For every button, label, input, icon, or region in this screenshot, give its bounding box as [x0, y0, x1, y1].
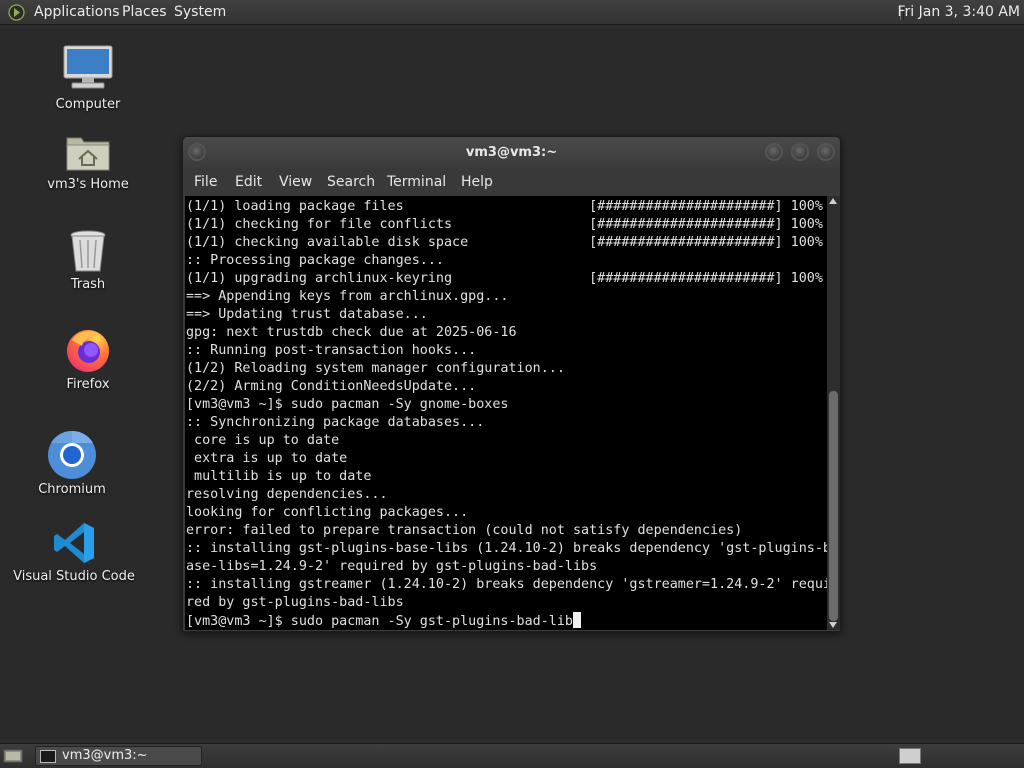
terminal-line: extra is up to date	[186, 451, 348, 466]
terminal-line: looking for conflicting packages...	[186, 505, 469, 520]
taskbar-item-terminal[interactable]: vm3@vm3:~	[35, 746, 202, 766]
desktop-icon-chromium[interactable]: Chromium	[2, 430, 142, 500]
terminal-line: :: Synchronizing package databases...	[186, 415, 485, 430]
terminal-line: (1/2) Reloading system manager configura…	[186, 361, 565, 376]
chromium-icon	[48, 430, 96, 479]
terminal-line: gpg: next trustdb check due at 2025-06-1…	[186, 325, 517, 340]
workspace-switcher[interactable]	[899, 748, 921, 764]
menu-system[interactable]: System	[174, 0, 226, 25]
terminal-line: ==> Appending keys from archlinux.gpg...	[186, 289, 509, 304]
terminal-line: :: Processing package changes...	[186, 253, 444, 268]
clock[interactable]: Fri Jan 3, 3:40 AM	[897, 0, 1020, 25]
scroll-up-arrow-icon[interactable]	[829, 198, 837, 204]
terminal-line: ase-libs=1.24.9-2' required by gst-plugi…	[186, 559, 598, 574]
menu-view[interactable]: View	[279, 168, 312, 196]
terminal-output[interactable]: (1/1) loading package files [###########…	[185, 196, 827, 630]
terminal-line: [vm3@vm3 ~]$ sudo pacman -Sy gnome-boxes	[186, 397, 509, 412]
desktop-icon-firefox[interactable]: Firefox	[18, 326, 158, 396]
terminal-prompt-line[interactable]: [vm3@vm3 ~]$ sudo pacman -Sy gst-plugins…	[186, 612, 581, 630]
desktop-icon-label: Trash	[70, 277, 106, 292]
terminal-scrollbar[interactable]	[827, 196, 840, 630]
menu-file[interactable]: File	[194, 168, 217, 196]
terminal-line: (1/1) loading package files [###########…	[186, 199, 823, 214]
terminal-line: multilib is up to date	[186, 469, 372, 484]
applications-logo-icon[interactable]	[8, 4, 25, 21]
terminal-line: :: installing gstreamer (1.24.10-2) brea…	[186, 577, 827, 592]
terminal-menubar: File Edit View Search Terminal Help	[183, 168, 840, 196]
scroll-down-arrow-icon[interactable]	[829, 622, 837, 628]
terminal-line: :: installing gst-plugins-base-libs (1.2…	[186, 541, 827, 556]
taskbar-item-label: vm3@vm3:~	[62, 748, 148, 763]
terminal-line: ==> Updating trust database...	[186, 307, 428, 322]
terminal-line: (1/1) checking for file conflicts [#####…	[186, 217, 823, 232]
desktop-icon-vscode[interactable]: Visual Studio Code	[4, 520, 144, 588]
desktop-icon-label: Computer	[55, 97, 121, 112]
trash-icon	[70, 230, 106, 272]
terminal-line: (2/2) Arming ConditionNeedsUpdate...	[186, 379, 477, 394]
home-folder-icon	[66, 137, 110, 171]
terminal-icon	[40, 750, 56, 763]
menu-help[interactable]: Help	[461, 168, 493, 196]
window-titlebar[interactable]: vm3@vm3:~	[183, 137, 840, 168]
terminal-line: error: failed to prepare transaction (co…	[186, 523, 743, 538]
desktop-icon-computer[interactable]: Computer	[18, 44, 158, 119]
vscode-icon	[54, 523, 94, 563]
menu-search[interactable]: Search	[327, 168, 375, 196]
desktop-icon-label: Visual Studio Code	[13, 569, 135, 584]
desktop-icon-label: vm3's Home	[47, 177, 129, 192]
desktop-icon-trash[interactable]: Trash	[18, 228, 158, 296]
terminal-line: :: Running post-transaction hooks...	[186, 343, 477, 358]
terminal-line: (1/1) checking available disk space [###…	[186, 235, 823, 250]
window-title: vm3@vm3:~	[465, 145, 558, 160]
terminal-line: resolving dependencies...	[186, 487, 388, 502]
top-panel: Applications Places System Fri Jan 3, 3:…	[0, 0, 1024, 25]
minimize-button[interactable]	[765, 143, 783, 161]
terminal-window[interactable]: vm3@vm3:~ File Edit View Search Terminal…	[182, 136, 841, 632]
prompt-text: [vm3@vm3 ~]$ sudo pacman -Sy gst-plugins…	[186, 614, 573, 629]
maximize-button[interactable]	[791, 143, 809, 161]
show-desktop-icon[interactable]	[3, 748, 23, 764]
bottom-panel: vm3@vm3:~	[0, 743, 1024, 768]
desktop-icon-label: Firefox	[66, 377, 110, 392]
desktop-icon-home[interactable]: vm3's Home	[18, 128, 158, 198]
close-button[interactable]	[817, 143, 835, 161]
scrollbar-thumb[interactable]	[829, 391, 838, 621]
text-cursor	[572, 612, 581, 628]
menu-edit[interactable]: Edit	[235, 168, 262, 196]
computer-icon	[63, 45, 113, 89]
menu-places[interactable]: Places	[122, 0, 167, 25]
menu-applications[interactable]: Applications	[34, 0, 120, 25]
terminal-line: red by gst-plugins-bad-libs	[186, 595, 404, 610]
terminal-line: (1/1) upgrading archlinux-keyring [#####…	[186, 271, 823, 286]
menu-terminal[interactable]: Terminal	[387, 168, 446, 196]
firefox-icon	[67, 330, 109, 372]
terminal-line: core is up to date	[186, 433, 340, 448]
desktop-icon-label: Chromium	[38, 482, 106, 497]
